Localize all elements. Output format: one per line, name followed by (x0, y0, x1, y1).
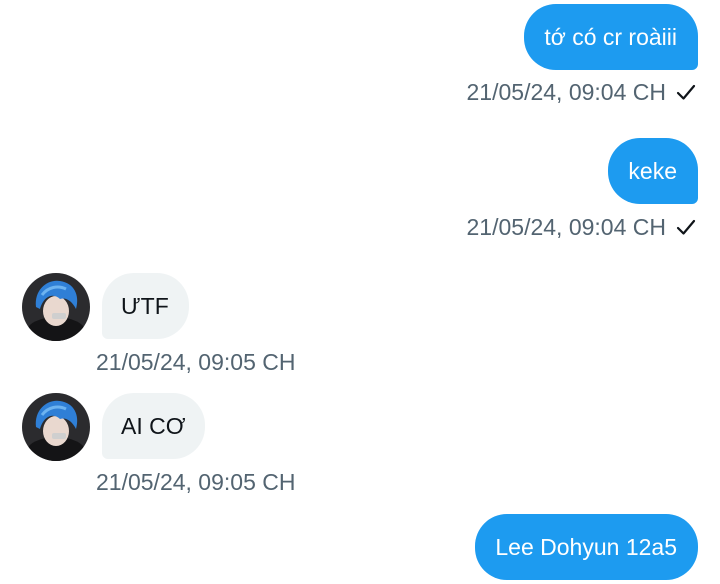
message-meta: 21/05/24, 09:04 CH (467, 78, 696, 106)
message-meta: 21/05/24, 09:04 CH (467, 213, 696, 241)
message-timestamp: 21/05/24, 09:04 CH (466, 214, 666, 240)
message-text: tớ có cr roàiii (544, 24, 677, 50)
message-text: keke (628, 158, 677, 184)
check-icon (676, 84, 696, 100)
outgoing-message-bubble[interactable]: Lee Dohyun 12a5 (475, 514, 698, 580)
avatar[interactable] (22, 273, 90, 341)
avatar-blue-hair-image (22, 393, 90, 461)
outgoing-message-bubble[interactable]: keke (608, 138, 698, 204)
message-timestamp: 21/05/24, 09:04 CH (466, 79, 666, 105)
message-text: AI CƠ (121, 413, 186, 439)
message-timestamp: 21/05/24, 09:05 CH (96, 469, 296, 495)
incoming-message-bubble[interactable]: AI CƠ (102, 393, 206, 459)
message-text: ƯTF (121, 293, 169, 319)
message-text: Lee Dohyun 12a5 (495, 534, 677, 560)
outgoing-message-bubble[interactable]: tớ có cr roàiii (524, 4, 698, 70)
incoming-message-bubble[interactable]: ƯTF (102, 273, 189, 339)
message-timestamp: 21/05/24, 09:05 CH (96, 349, 296, 375)
avatar-blue-hair-image (22, 273, 90, 341)
avatar[interactable] (22, 393, 90, 461)
check-icon (676, 219, 696, 235)
